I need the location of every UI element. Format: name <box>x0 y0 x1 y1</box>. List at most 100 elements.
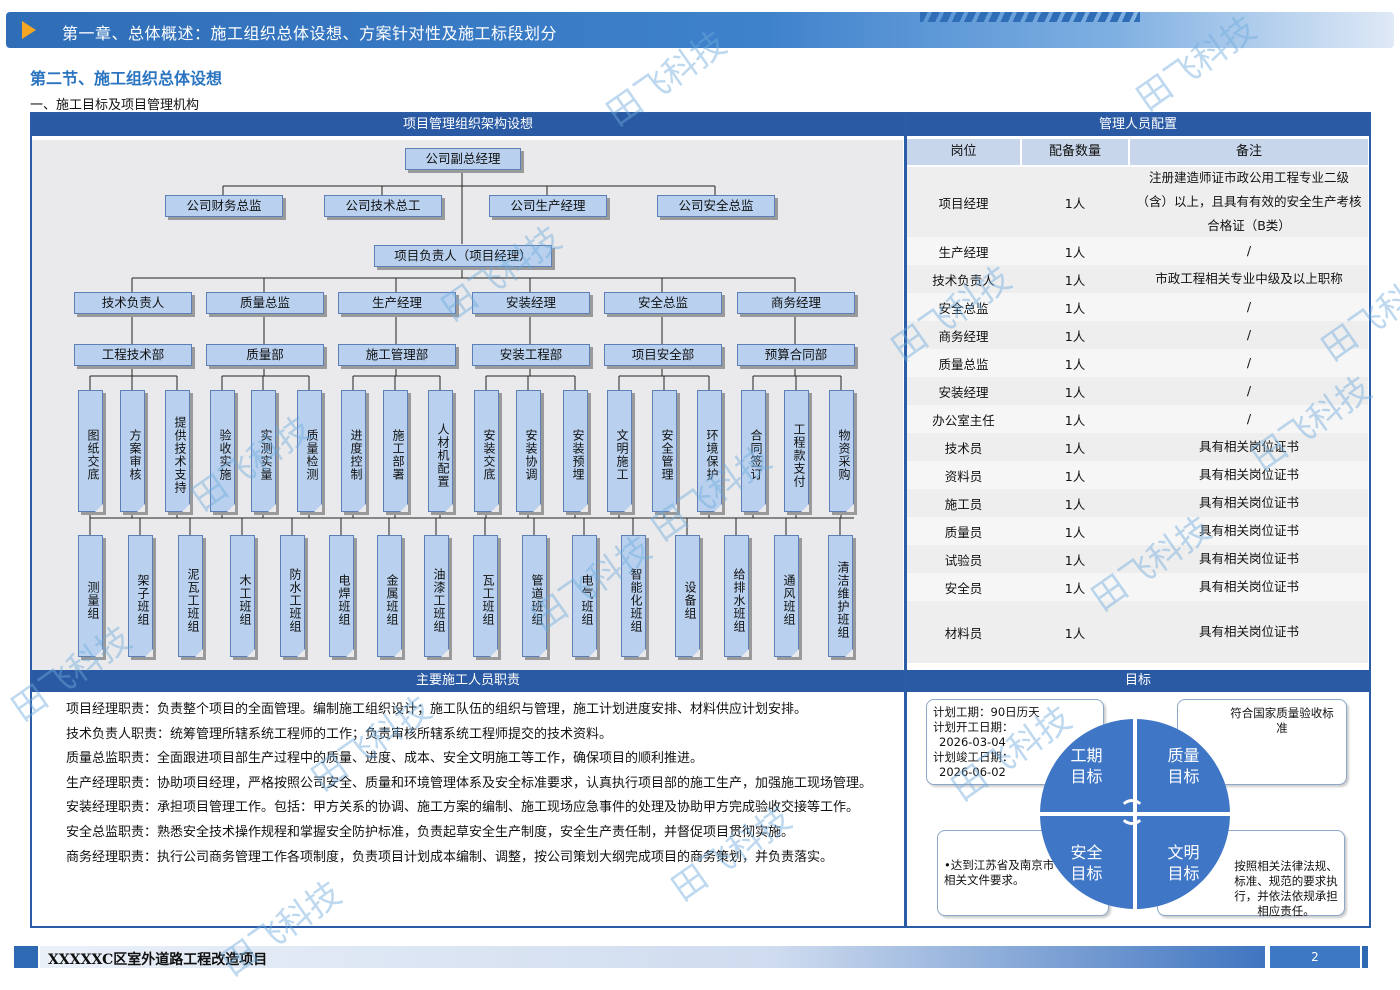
staff-note-cell: 具有相关岗位证书 <box>1198 551 1299 566</box>
staff-count-cell: 1人 <box>1064 440 1086 456</box>
duty-item: 安全总监职责：熟悉安全技术操作规程和掌握安全防护标准，负责起草安全生产制度，安全… <box>66 824 795 840</box>
org-node-company: 公司安全总监 <box>657 195 775 217</box>
staff-table-title: 管理人员配置 <box>907 114 1369 136</box>
org-node-task: 物资采购 <box>829 390 854 512</box>
staff-note-cell: / <box>1246 355 1252 370</box>
org-node-team: 设备组 <box>675 535 700 657</box>
staff-post-cell: 施工员 <box>944 496 983 512</box>
staff-row: 安全总监 1人 / <box>907 293 1368 322</box>
staff-row: 安装经理 1人 / <box>907 377 1368 406</box>
staff-note-cell: 注册建造师证市政公用工程专业二级（含）以上，且具有有效的安全生产考核合格证（B类… <box>1136 170 1362 233</box>
section-title: 第二节、施工组织总体设想 <box>30 69 223 88</box>
org-node-manager: 安全总监 <box>604 292 722 314</box>
duty-item: 质量总监职责：全面跟进项目部生产过程中的质量、进度、成本、安全文明施工等工作，确… <box>66 751 704 767</box>
org-node-task: 安装预埋 <box>563 390 588 512</box>
org-node-manager: 安装经理 <box>472 292 590 314</box>
org-node-project-head: 项目负责人（项目经理） <box>374 245 552 267</box>
org-node-team: 防水工班组 <box>280 535 305 657</box>
staff-note-cell: / <box>1246 411 1252 426</box>
org-node-task: 图纸交底 <box>78 390 103 512</box>
schedule-start-date: 2026-03-04 <box>939 735 1006 749</box>
org-node-department: 质量部 <box>206 344 324 366</box>
org-node-team: 电气班组 <box>572 535 597 657</box>
staff-post-cell: 安全员 <box>944 580 983 596</box>
staff-note-cell: / <box>1246 327 1252 342</box>
staff-count-cell: 1人 <box>1064 356 1086 372</box>
duty-item: 生产经理职责：协助项目经理，严格按照公司安全、质量和环境管理体系及安全标准要求，… <box>66 775 873 791</box>
staff-row: 材料员 1人 具有相关岗位证书 <box>907 601 1368 664</box>
schedule-end-label: 计划竣工日期： <box>933 750 1014 764</box>
org-node-task: 提供技术支持 <box>165 390 190 512</box>
duty-item: 安装经理职责：承担项目管理工作。包括：甲方关系的协调、施工方案的编制、施工现场应… <box>66 800 860 816</box>
org-node-task: 质量检测 <box>297 390 322 512</box>
org-node-task: 实测实量 <box>251 390 276 512</box>
staff-row: 试验员 1人 具有相关岗位证书 <box>907 545 1368 574</box>
footer-block-right <box>1362 946 1368 968</box>
staff-row: 办公室主任 1人 / <box>907 405 1368 434</box>
schedule-start-label: 计划开工日期： <box>933 720 1014 734</box>
org-node-task: 安装交底 <box>474 390 499 512</box>
org-node-task: 验收实施 <box>210 390 235 512</box>
org-node-manager: 生产经理 <box>338 292 456 314</box>
org-node-task: 方案审核 <box>120 390 145 512</box>
staff-post-cell: 资料员 <box>944 468 983 484</box>
schedule-goal-quadrant: 工期 目标 <box>1040 719 1133 812</box>
duties-title: 主要施工人员职责 <box>32 670 904 692</box>
quality-goal-text: 符合国家质量验收标准 <box>1230 706 1334 735</box>
duty-item: 技术负责人职责：统筹管理所辖系统工程师的工作；负责审核所辖系统工程师提交的技术资… <box>66 726 613 742</box>
staff-post-cell: 试验员 <box>944 552 983 568</box>
org-node-team: 电焊班组 <box>329 535 354 657</box>
org-node-team: 瓦工班组 <box>473 535 498 657</box>
staff-note-cell: 具有相关岗位证书 <box>1198 467 1299 482</box>
staff-note-cell: 具有相关岗位证书 <box>1198 439 1299 454</box>
staff-note-cell: 具有相关岗位证书 <box>1198 523 1299 538</box>
org-node-task: 文明施工 <box>607 390 632 512</box>
play-arrow-icon <box>22 21 36 39</box>
org-node-task: 环境保护 <box>697 390 722 512</box>
staff-count-cell: 1人 <box>1064 524 1086 540</box>
staff-count-cell: 1人 <box>1064 244 1086 260</box>
staff-count-cell: 1人 <box>1064 412 1086 428</box>
goals-circle: 工期 目标 质量 目标 安全 目标 文明 目标 <box>1040 719 1230 909</box>
org-node-company: 公司技术总工 <box>324 195 442 217</box>
staff-post-cell: 技术员 <box>944 440 983 456</box>
org-chart-connectors <box>89 170 854 535</box>
staff-note-cell: 具有相关岗位证书 <box>1198 495 1299 510</box>
org-node-company: 公司财务总监 <box>165 195 283 217</box>
staff-row: 项目经理 1人 注册建造师证市政公用工程专业二级（含）以上，且具有有效的安全生产考核… <box>907 167 1368 238</box>
org-node-task: 进度控制 <box>341 390 366 512</box>
safety-goal-quadrant: 安全 目标 <box>1040 816 1133 909</box>
org-node-department: 安装工程部 <box>472 344 590 366</box>
org-node-team: 泥瓦工班组 <box>178 535 203 657</box>
org-node-task: 施工部署 <box>383 390 408 512</box>
org-chart: 公司副总经理 公司财务总监 公司技术总工 公司生产经理 公司安全总监 项目负责人（项目经理… <box>32 140 903 670</box>
civil-goal-quadrant: 文明 目标 <box>1137 816 1230 909</box>
cycle-arrows-icon <box>1119 799 1145 825</box>
schedule-end-date: 2026-06-02 <box>939 765 1006 779</box>
staff-row: 安全员 1人 具有相关岗位证书 <box>907 573 1368 602</box>
staff-header-post: 岗位 <box>907 139 1020 165</box>
org-node-department: 项目安全部 <box>604 344 722 366</box>
staff-count-cell: 1人 <box>1064 468 1086 484</box>
duties-list: 项目经理职责：负责整个项目的全面管理。编制施工组织设计；施工队伍的组织与管理，施… <box>38 698 903 870</box>
org-node-task: 人材机配置 <box>428 390 453 512</box>
staff-note-cell: / <box>1246 299 1252 314</box>
staff-note-cell: / <box>1246 383 1252 398</box>
staff-row: 技术负责人 1人 市政工程相关专业中级及以上职称 <box>907 265 1368 294</box>
staff-count-cell: 1人 <box>1064 580 1086 596</box>
staff-row: 资料员 1人 具有相关岗位证书 <box>907 461 1368 490</box>
duty-item: 项目经理职责：负责整个项目的全面管理。编制施工组织设计；施工队伍的组织与管理，施… <box>66 702 808 717</box>
org-node-company: 公司生产经理 <box>489 195 607 217</box>
schedule-duration: 计划工期：90日历天 <box>933 705 1040 719</box>
staff-count-cell: 1人 <box>1064 300 1086 316</box>
org-node-department: 施工管理部 <box>338 344 456 366</box>
staff-note-cell: 市政工程相关专业中级及以上职称 <box>1155 271 1343 286</box>
org-node-team: 智能化班组 <box>621 535 646 657</box>
staff-row: 质量总监 1人 / <box>907 349 1368 378</box>
staff-post-cell: 项目经理 <box>938 195 989 211</box>
org-chart-title: 项目管理组织架构设想 <box>32 114 904 136</box>
chapter-title: 第一章、总体概述：施工组织总体设想、方案针对性及施工标段划分 <box>62 24 558 43</box>
staff-count-cell: 1人 <box>1064 384 1086 400</box>
civil-goal-text: 按照相关法律法规、标准、规范的要求执行，并依法依规承担相应责任。 <box>1234 859 1338 918</box>
staff-count-cell: 1人 <box>1064 272 1086 288</box>
